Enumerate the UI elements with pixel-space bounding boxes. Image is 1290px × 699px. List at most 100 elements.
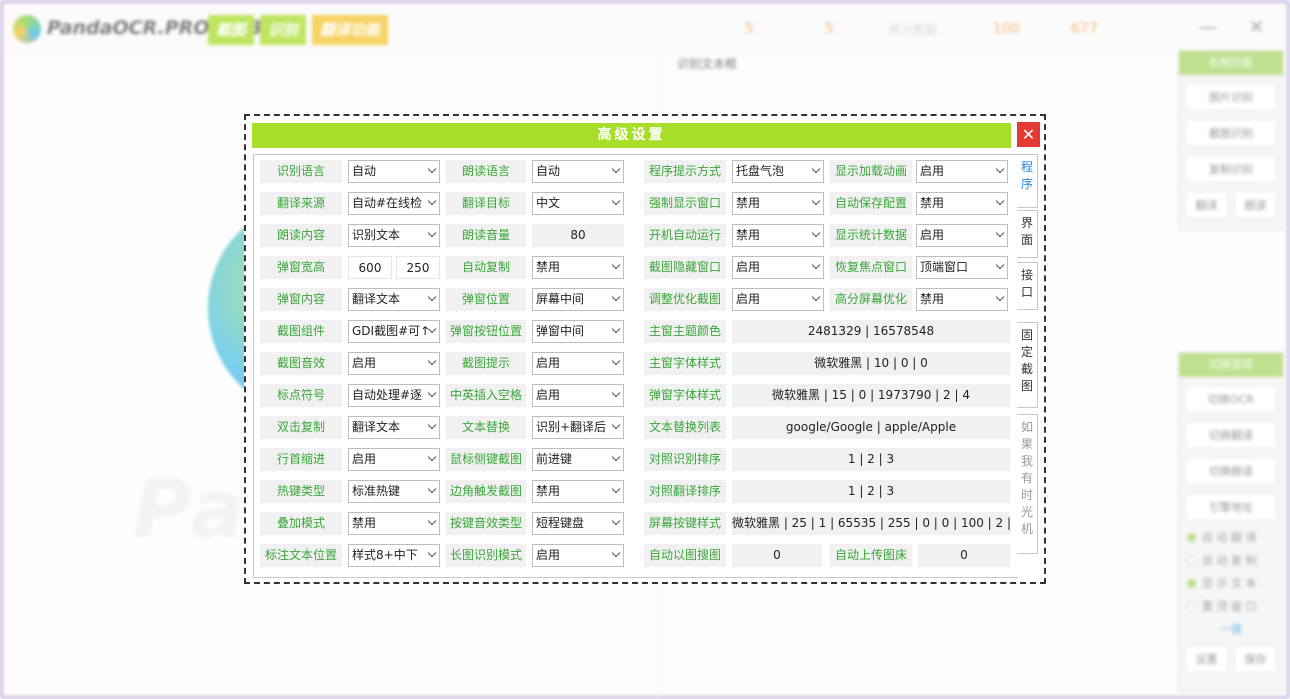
copy-ocr-button[interactable]: 复制识别 xyxy=(1185,155,1277,183)
setting-label: 朗读语言 xyxy=(446,160,526,183)
setting-dropdown[interactable]: 前进键 xyxy=(532,448,624,471)
setting-dropdown[interactable]: 禁用 xyxy=(532,256,624,279)
setting-label: 显示加载动画 xyxy=(830,160,912,183)
tab-interface[interactable]: 界 面 xyxy=(1017,210,1038,258)
right-panel-bottom: 切换选项 切换OCR 切换翻译 切换朗读 引擎地址 自 动 翻 译 自 动 复 … xyxy=(1178,352,1284,692)
setting-dropdown[interactable]: 禁用 xyxy=(348,512,440,535)
chevron-down-icon xyxy=(427,196,437,206)
setting-value-field[interactable]: 微软雅黑 | 10 | 0 | 0 xyxy=(732,352,1010,375)
chevron-down-icon xyxy=(611,356,621,366)
read-volume-input[interactable]: 80 xyxy=(532,224,624,247)
tab-program[interactable]: 程 序 xyxy=(1017,154,1038,208)
setting-dropdown[interactable]: 禁用 xyxy=(916,288,1008,311)
setting-value-field[interactable]: 微软雅黑 | 15 | 0 | 1973790 | 2 | 4 xyxy=(732,384,1010,407)
setting-label: 标点符号 xyxy=(260,384,342,407)
setting-dropdown[interactable]: 托盘气泡 xyxy=(732,160,824,183)
radio-pin-window[interactable]: 置 顶 窗 口 xyxy=(1187,598,1275,614)
setting-dropdown[interactable]: 翻译文本 xyxy=(348,288,440,311)
tab-api[interactable]: 接 口 xyxy=(1017,262,1038,310)
tag-translate[interactable]: 翻译功能 xyxy=(312,15,389,45)
setting-dropdown[interactable]: 翻译文本 xyxy=(348,416,440,439)
setting-dropdown[interactable]: 启用 xyxy=(732,288,824,311)
setting-label: 文本替换 xyxy=(446,416,526,439)
setting-number-field[interactable]: 0 xyxy=(918,544,1010,567)
chevron-down-icon xyxy=(611,164,621,174)
screenshot-ocr-button[interactable]: 截图识别 xyxy=(1185,119,1277,147)
settings-button[interactable]: 设置 xyxy=(1185,645,1228,673)
setting-dropdown[interactable]: 启用 xyxy=(348,352,440,375)
tag-recognize[interactable]: 识别 xyxy=(260,15,307,45)
right-panel-bottom-header: 切换选项 xyxy=(1179,353,1283,377)
setting-label: 热键类型 xyxy=(260,480,342,503)
stat-3: 100 xyxy=(993,21,1020,37)
setting-dropdown[interactable]: 弹窗中间 xyxy=(532,320,624,343)
watermark-text: Pa xyxy=(133,463,249,556)
setting-dropdown[interactable]: 禁用 xyxy=(732,224,824,247)
tab-time-machine[interactable]: 如 果 我 有 时 光 机 xyxy=(1017,414,1038,554)
setting-dropdown[interactable]: 屏幕中间 xyxy=(532,288,624,311)
chevron-down-icon xyxy=(427,388,437,398)
switch-translate-button[interactable]: 切换翻译 xyxy=(1185,421,1277,449)
stat-2: 5 xyxy=(825,21,834,37)
one-key-link[interactable]: 一键 xyxy=(1179,621,1283,637)
chevron-down-icon xyxy=(427,484,437,494)
setting-dropdown[interactable]: 禁用 xyxy=(732,192,824,215)
close-window-button[interactable]: ✕ xyxy=(1249,17,1264,38)
setting-dropdown[interactable]: 启用 xyxy=(732,256,824,279)
setting-dropdown[interactable]: 自动 xyxy=(532,160,624,183)
setting-dropdown[interactable]: 样式8+中下 xyxy=(348,544,440,567)
tag-screenshot[interactable]: 截图 xyxy=(208,15,255,45)
switch-read-button[interactable]: 切换朗读 xyxy=(1185,457,1277,485)
setting-dropdown[interactable]: 启用 xyxy=(532,352,624,375)
setting-dropdown[interactable]: 启用 xyxy=(532,544,624,567)
setting-value-field[interactable]: 1 | 2 | 3 xyxy=(732,480,1010,503)
setting-value-field[interactable]: 1 | 2 | 3 xyxy=(732,448,1010,471)
setting-label: 长图识别模式 xyxy=(446,544,526,567)
setting-dropdown[interactable]: 短程键盘 xyxy=(532,512,624,535)
setting-label: 朗读内容 xyxy=(260,224,342,247)
chevron-down-icon xyxy=(995,260,1005,270)
setting-dropdown[interactable]: 顶端窗口 xyxy=(916,256,1008,279)
radio-auto-copy[interactable]: 自 动 复 制 xyxy=(1187,552,1275,568)
read-button[interactable]: 朗读 xyxy=(1234,191,1277,219)
setting-label: 叠加模式 xyxy=(260,512,342,535)
radio-dot-icon xyxy=(1187,555,1196,565)
minimize-button[interactable]: — xyxy=(1199,17,1217,38)
chevron-down-icon xyxy=(611,548,621,558)
switch-ocr-button[interactable]: 切换OCR xyxy=(1185,385,1277,413)
setting-dropdown[interactable]: 禁用 xyxy=(532,480,624,503)
popup-width-input[interactable]: 600 xyxy=(348,256,392,279)
image-ocr-button[interactable]: 图片识别 xyxy=(1185,83,1277,111)
setting-value-field[interactable]: 2481329 | 16578548 xyxy=(732,320,1010,343)
setting-dropdown[interactable]: 标准热键 xyxy=(348,480,440,503)
radio-auto-translate[interactable]: 自 动 翻 译 xyxy=(1187,529,1275,545)
setting-number-field[interactable]: 0 xyxy=(732,544,822,567)
setting-dropdown[interactable]: GDI截图#可↑ xyxy=(348,320,440,343)
chevron-down-icon xyxy=(611,484,621,494)
engine-address-button[interactable]: 引擎地址 xyxy=(1185,493,1277,521)
setting-dropdown[interactable]: 自动#在线检 xyxy=(348,192,440,215)
chevron-down-icon xyxy=(611,260,621,270)
setting-dropdown[interactable]: 禁用 xyxy=(916,192,1008,215)
setting-dropdown[interactable]: 识别+翻译后 xyxy=(532,416,624,439)
radio-show-text[interactable]: 显 示 文 本 xyxy=(1187,575,1275,591)
setting-dropdown[interactable]: 自动 xyxy=(348,160,440,183)
popup-height-input[interactable]: 250 xyxy=(396,256,440,279)
stat-1: 5 xyxy=(745,21,754,37)
setting-value-field[interactable]: google/Google | apple/Apple xyxy=(732,416,1010,439)
setting-dropdown[interactable]: 自动处理#逐 xyxy=(348,384,440,407)
advanced-settings-dialog: 高级设置 ✕ 识别语言 自动 朗读语言 自动 翻译来源 自动#在线检 翻译目标 中文 朗读内容识… xyxy=(244,114,1046,584)
setting-dropdown[interactable]: 启用 xyxy=(916,160,1008,183)
setting-dropdown[interactable]: 启用 xyxy=(916,224,1008,247)
setting-value-field[interactable]: 微软雅黑 | 25 | 1 | 65535 | 255 | 0 | 0 | 10… xyxy=(732,512,1010,535)
setting-dropdown[interactable]: 启用 xyxy=(532,384,624,407)
setting-dropdown[interactable]: 中文 xyxy=(532,192,624,215)
setting-dropdown[interactable]: 启用 xyxy=(348,448,440,471)
chevron-down-icon xyxy=(427,356,437,366)
setting-dropdown[interactable]: 识别文本 xyxy=(348,224,440,247)
chevron-down-icon xyxy=(811,228,821,238)
close-icon[interactable]: ✕ xyxy=(1017,122,1040,147)
translate-button[interactable]: 翻译 xyxy=(1185,191,1228,219)
tab-fixed-screenshot[interactable]: 固 定 截 图 xyxy=(1017,322,1038,408)
save-button[interactable]: 保存 xyxy=(1234,645,1277,673)
